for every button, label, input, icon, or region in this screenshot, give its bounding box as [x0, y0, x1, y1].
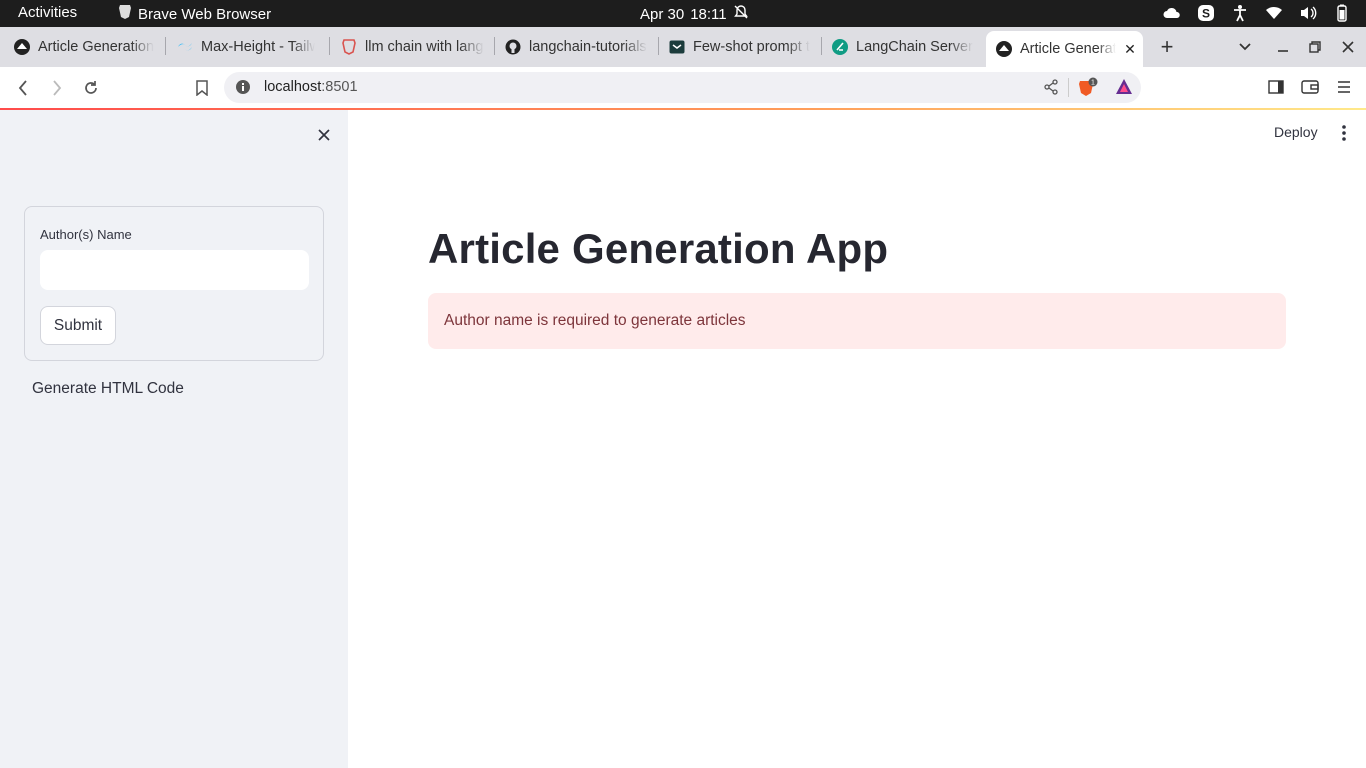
error-message: Author name is required to generate arti… — [444, 312, 746, 329]
tab-title: langchain-tutorials — [529, 39, 647, 55]
clock[interactable]: Apr 30 18:11 — [640, 4, 749, 24]
back-icon[interactable] — [10, 75, 36, 101]
address-bar[interactable]: localhost:8501 1 — [224, 72, 1141, 103]
url-port: :8501 — [321, 79, 358, 95]
close-window-icon[interactable] — [1336, 35, 1360, 59]
tab-close-icon[interactable]: ✕ — [1122, 41, 1138, 58]
streamlit-icon — [996, 41, 1012, 57]
page-title: Article Generation App — [428, 225, 889, 272]
brave-search-icon — [341, 39, 357, 55]
wallet-icon[interactable] — [1299, 76, 1321, 98]
main-content: Deploy Article Generation App Author nam… — [348, 110, 1366, 768]
close-sidebar-icon[interactable] — [313, 124, 335, 146]
activities-button[interactable]: Activities — [18, 4, 77, 21]
restore-icon[interactable] — [1303, 35, 1327, 59]
tab-article-generation-1[interactable]: Article Generation App — [14, 33, 154, 61]
brave-shields-icon[interactable]: 1 — [1077, 77, 1099, 104]
generate-html-code-link[interactable]: Generate HTML Code — [32, 380, 184, 398]
tab-title: LangChain Server — [856, 39, 973, 55]
app-name: Brave Web Browser — [138, 5, 272, 23]
tab-separator — [821, 37, 822, 55]
new-tab-plus-icon[interactable]: + — [1155, 34, 1179, 59]
more-options-icon[interactable] — [1336, 123, 1352, 143]
brave-rewards-icon[interactable] — [1115, 78, 1133, 101]
accessibility-icon[interactable] — [1230, 3, 1250, 23]
url-host: localhost — [264, 79, 322, 95]
author-name-label: Author(s) Name — [40, 227, 132, 242]
author-name-input[interactable] — [40, 250, 309, 290]
volume-icon[interactable] — [1298, 3, 1318, 23]
wifi-icon[interactable] — [1264, 3, 1284, 23]
tab-title: Max-Height - Tailwind CSS — [201, 39, 315, 55]
streamlit-icon — [14, 39, 30, 55]
svg-text:S: S — [1202, 7, 1210, 21]
tab-title: Article Generation App — [38, 39, 154, 55]
tab-langchain-server[interactable]: LangChain Server — [832, 33, 975, 61]
notifications-off-icon — [733, 4, 749, 24]
github-icon — [505, 39, 521, 55]
tab-github[interactable]: langchain-tutorials — [505, 33, 648, 61]
sidebar: Author(s) Name Submit Generate HTML Code — [0, 110, 348, 768]
tab-llm-chain[interactable]: llm chain with langchain — [341, 33, 484, 61]
bookmark-icon[interactable] — [189, 75, 215, 101]
tab-title: llm chain with langchain — [365, 39, 484, 55]
app-menu[interactable]: Brave Web Browser — [118, 4, 271, 24]
tab-title: Few-shot prompt templates — [693, 39, 810, 55]
tab-strip: Article Generation App Max-Height - Tail… — [0, 27, 1366, 67]
deploy-button[interactable]: Deploy — [1274, 124, 1318, 140]
date: Apr 30 — [640, 5, 685, 23]
url-text[interactable]: localhost:8501 — [264, 79, 358, 95]
skype-icon[interactable]: S — [1196, 3, 1216, 23]
tab-few-shot[interactable]: Few-shot prompt templates — [669, 33, 810, 61]
browser-toolbar: localhost:8501 1 — [0, 67, 1366, 108]
tailwind-icon — [177, 39, 193, 55]
minimize-icon[interactable] — [1271, 35, 1295, 59]
tab-article-generation-active[interactable]: Article Generation App ✕ — [986, 31, 1143, 67]
langchain-icon — [832, 39, 848, 55]
docs-icon — [669, 39, 685, 55]
tab-separator — [165, 37, 166, 55]
site-info-icon[interactable] — [235, 79, 251, 100]
author-form: Author(s) Name Submit — [24, 206, 324, 361]
shields-count: 1 — [1091, 80, 1095, 87]
error-alert: Author name is required to generate arti… — [428, 293, 1286, 349]
submit-button[interactable]: Submit — [40, 306, 116, 345]
tab-separator — [329, 37, 330, 55]
tab-separator — [658, 37, 659, 55]
tab-search-chevron-icon[interactable] — [1233, 35, 1257, 59]
tab-tailwind[interactable]: Max-Height - Tailwind CSS — [177, 33, 315, 61]
system-top-bar: Activities Brave Web Browser Apr 30 18:1… — [0, 0, 1366, 27]
sidebar-toggle-icon[interactable] — [1265, 76, 1287, 98]
time: 18:11 — [690, 5, 727, 23]
forward-icon[interactable] — [44, 75, 70, 101]
cloud-sync-icon[interactable] — [1162, 3, 1182, 23]
system-tray[interactable]: S — [1162, 3, 1352, 23]
battery-icon[interactable] — [1332, 3, 1352, 23]
address-divider — [1068, 78, 1069, 97]
tab-title: Article Generation App — [1020, 41, 1116, 57]
share-icon[interactable] — [1043, 79, 1059, 100]
main-menu-icon[interactable] — [1333, 76, 1355, 98]
reload-icon[interactable] — [78, 75, 104, 101]
tab-separator — [494, 37, 495, 55]
brave-lion-icon — [118, 4, 132, 24]
